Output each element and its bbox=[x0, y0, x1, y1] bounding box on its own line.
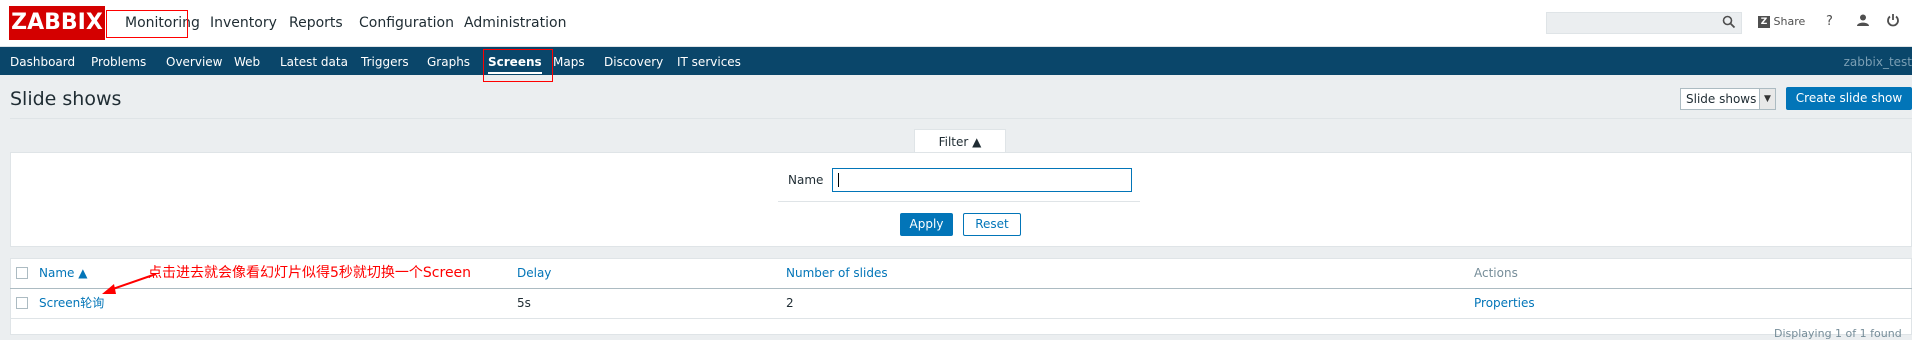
subnav-maps[interactable]: Maps bbox=[553, 55, 585, 69]
row-divider bbox=[10, 318, 1912, 319]
column-header-slides[interactable]: Number of slides bbox=[786, 266, 888, 280]
filter-name-label: Name bbox=[788, 173, 824, 187]
subnav-dashboard[interactable]: Dashboard bbox=[10, 55, 75, 69]
divider bbox=[10, 118, 1912, 119]
power-icon[interactable] bbox=[1886, 13, 1900, 33]
nav-administration[interactable]: Administration bbox=[464, 14, 566, 32]
subnav-triggers[interactable]: Triggers bbox=[361, 55, 409, 69]
search-icon[interactable] bbox=[1722, 15, 1736, 32]
subnav-web[interactable]: Web bbox=[234, 55, 260, 69]
subnav-screens[interactable]: Screens bbox=[488, 55, 542, 74]
filter-tab[interactable]: Filter ▲ bbox=[914, 129, 1006, 153]
row-slides: 2 bbox=[786, 296, 794, 310]
share-button[interactable]: Z Share bbox=[1758, 13, 1805, 31]
row-delay: 5s bbox=[517, 296, 531, 310]
view-select-value: Slide shows bbox=[1686, 92, 1757, 106]
row-name-link[interactable]: Screen轮询 bbox=[39, 296, 104, 310]
header-divider bbox=[10, 288, 1912, 289]
row-properties-link[interactable]: Properties bbox=[1474, 296, 1535, 310]
row-checkbox[interactable] bbox=[16, 297, 28, 309]
current-user: zabbix_test bbox=[1843, 55, 1912, 69]
nav-configuration[interactable]: Configuration bbox=[359, 14, 454, 32]
column-header-delay[interactable]: Delay bbox=[517, 266, 551, 280]
column-header-actions: Actions bbox=[1474, 266, 1518, 280]
annotation-text: 点击进去就会像看幻灯片似得5秒就切换一个Screen bbox=[148, 265, 472, 281]
zabbix-logo[interactable]: ZABBIX bbox=[9, 6, 105, 40]
nav-monitoring[interactable]: Monitoring bbox=[125, 14, 200, 32]
filter-panel bbox=[10, 152, 1912, 247]
search-input[interactable] bbox=[1546, 12, 1742, 34]
top-header: ZABBIX Monitoring Inventory Reports Conf… bbox=[0, 0, 1912, 47]
nav-inventory[interactable]: Inventory bbox=[210, 14, 277, 32]
filter-divider bbox=[778, 201, 1140, 202]
subnav-overview[interactable]: Overview bbox=[166, 55, 223, 69]
user-icon[interactable] bbox=[1856, 13, 1870, 33]
create-slide-show-button[interactable]: Create slide show bbox=[1786, 87, 1912, 110]
sub-navigation: Dashboard Problems Overview Web Latest d… bbox=[0, 47, 1912, 75]
subnav-latest-data[interactable]: Latest data bbox=[280, 55, 348, 69]
nav-reports[interactable]: Reports bbox=[289, 14, 343, 32]
apply-button[interactable]: Apply bbox=[900, 213, 953, 236]
table-footer: Displaying 1 of 1 found bbox=[1774, 327, 1902, 340]
page-title: Slide shows bbox=[10, 88, 122, 110]
subnav-it-services[interactable]: IT services bbox=[677, 55, 741, 69]
subnav-graphs[interactable]: Graphs bbox=[427, 55, 470, 69]
help-icon[interactable]: ? bbox=[1826, 13, 1833, 31]
column-header-name[interactable]: Name ▲ bbox=[39, 266, 87, 280]
chevron-down-icon[interactable]: ▼ bbox=[1759, 89, 1775, 109]
zabbix-share-icon: Z bbox=[1758, 16, 1770, 28]
reset-button[interactable]: Reset bbox=[963, 213, 1021, 236]
filter-name-input[interactable] bbox=[832, 168, 1132, 192]
view-select[interactable]: Slide shows ▼ bbox=[1680, 88, 1776, 110]
share-label: Share bbox=[1773, 15, 1806, 28]
select-all-checkbox[interactable] bbox=[16, 267, 28, 279]
subnav-problems[interactable]: Problems bbox=[91, 55, 146, 69]
text-cursor bbox=[838, 173, 839, 187]
subnav-discovery[interactable]: Discovery bbox=[604, 55, 663, 69]
